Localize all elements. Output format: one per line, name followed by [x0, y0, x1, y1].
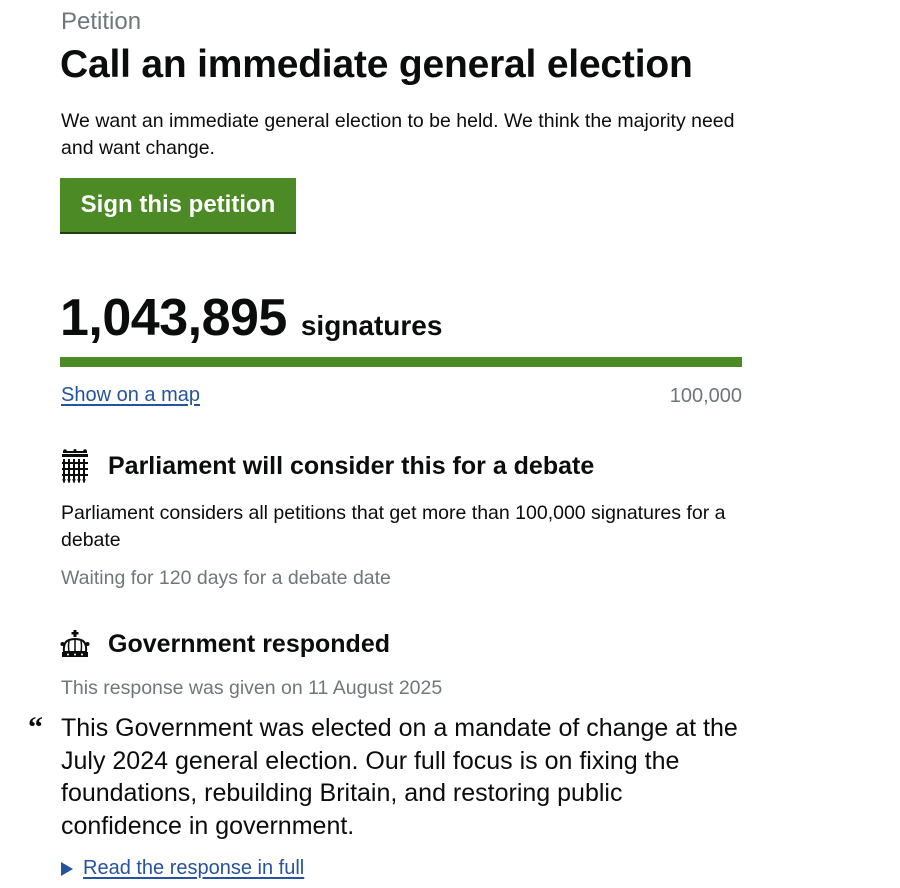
signature-threshold: 100,000	[669, 385, 742, 407]
read-response-toggle[interactable]: Read the response in full	[61, 857, 304, 880]
debate-heading: Parliament will consider this for a deba…	[108, 452, 595, 480]
read-response-link[interactable]: Read the response in full	[83, 857, 304, 880]
signature-count-number: 1,043,895	[60, 289, 287, 347]
debate-status: Waiting for 120 days for a debate date	[61, 567, 391, 589]
response-section-header: Government responded	[60, 629, 390, 659]
signature-count: 1,043,895 signatures	[60, 288, 442, 348]
petition-summary: We want an immediate general election to…	[61, 110, 735, 159]
quote-mark-icon: “	[28, 711, 43, 744]
page-title: Call an immediate general election	[60, 43, 693, 86]
debate-section-header: Parliament will consider this for a deba…	[60, 449, 594, 483]
page-caption: Petition	[61, 8, 142, 35]
portcullis-icon	[60, 449, 90, 483]
crown-icon	[60, 630, 90, 658]
signature-progress-bar	[60, 357, 742, 367]
disclosure-triangle-icon	[61, 861, 73, 876]
response-heading: Government responded	[108, 630, 390, 658]
signature-progress-fill	[60, 357, 742, 367]
response-date: This response was given on 11 August 202…	[61, 677, 443, 699]
signature-count-unit: signatures	[300, 310, 443, 341]
show-on-map-link[interactable]: Show on a map	[61, 384, 200, 407]
petition-page: Petition Call an immediate general elect…	[0, 0, 900, 888]
debate-body: Parliament considers all petitions that …	[61, 502, 726, 551]
response-quote: This Government was elected on a mandate…	[61, 714, 738, 840]
sign-petition-button[interactable]: Sign this petition	[60, 178, 296, 232]
